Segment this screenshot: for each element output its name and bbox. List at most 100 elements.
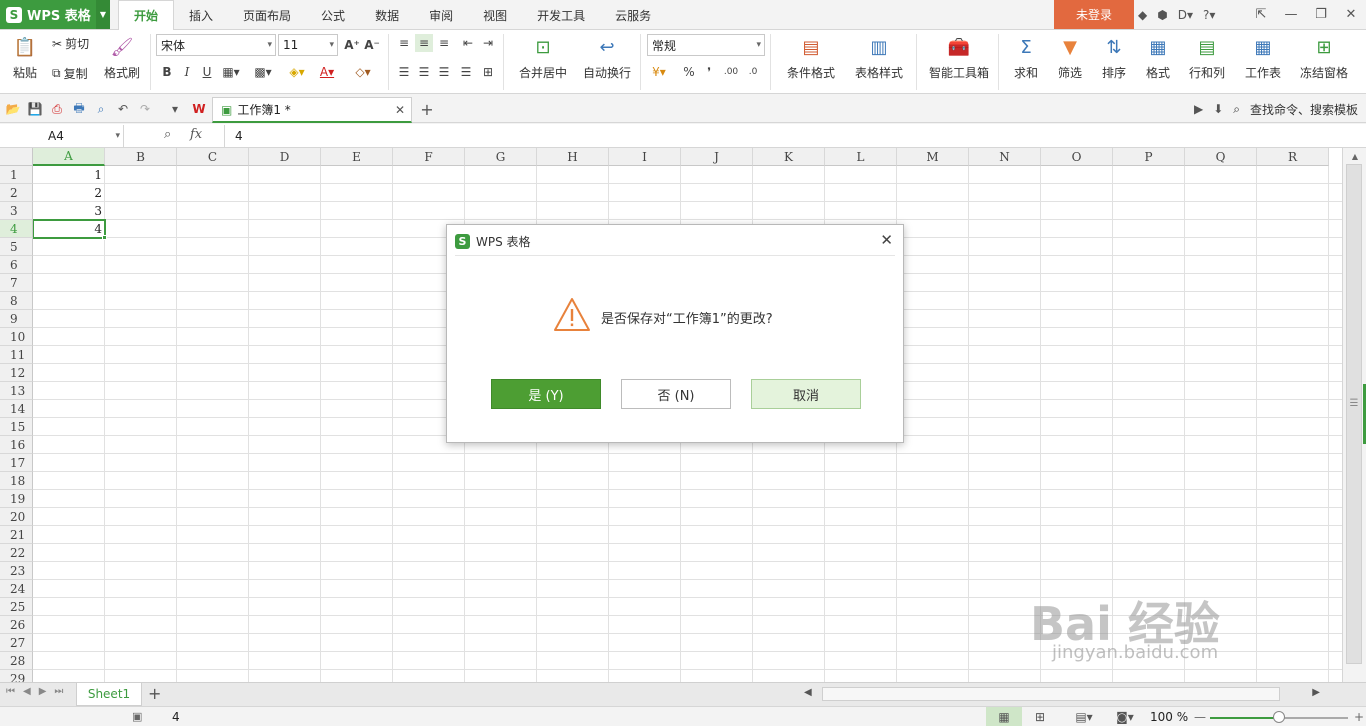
- column-header-q[interactable]: Q: [1185, 148, 1257, 166]
- chevron-down-icon[interactable]: ▼: [96, 0, 110, 29]
- column-header-p[interactable]: P: [1113, 148, 1185, 166]
- formula-input[interactable]: 4: [224, 125, 1366, 147]
- tab-8[interactable]: 云服务: [600, 0, 666, 30]
- column-header-a[interactable]: A: [33, 148, 105, 166]
- zoom-out-icon[interactable]: —: [1194, 710, 1206, 724]
- cell-a4[interactable]: 4: [32, 219, 106, 239]
- distributed-icon[interactable]: ⊞: [479, 63, 497, 81]
- restore-icon[interactable]: ❐: [1306, 0, 1336, 29]
- row-header-15[interactable]: 15: [0, 418, 33, 436]
- save-yes-button[interactable]: 是 (Y): [491, 379, 601, 409]
- ribbon-collapse-icon[interactable]: ⇱: [1246, 0, 1276, 29]
- zoom-formula-icon[interactable]: ⌕: [164, 127, 171, 142]
- last-sheet-icon[interactable]: ⏭: [54, 686, 63, 697]
- minimize-icon[interactable]: —: [1276, 0, 1306, 29]
- align-bottom-icon[interactable]: ≡: [435, 34, 453, 52]
- justify-icon[interactable]: ☰: [457, 63, 475, 81]
- column-header-m[interactable]: M: [897, 148, 969, 166]
- cut-button[interactable]: ✂ 剪切: [52, 35, 89, 52]
- row-header-27[interactable]: 27: [0, 634, 33, 652]
- row-header-19[interactable]: 19: [0, 490, 33, 508]
- align-center-icon[interactable]: ☰: [415, 63, 433, 81]
- tab-6[interactable]: 视图: [468, 0, 522, 30]
- scroll-thumb[interactable]: [1346, 164, 1362, 664]
- column-header-i[interactable]: I: [609, 148, 681, 166]
- row-header-13[interactable]: 13: [0, 382, 33, 400]
- row-header-25[interactable]: 25: [0, 598, 33, 616]
- export-pdf-icon[interactable]: ⎙: [48, 100, 66, 118]
- row-header-20[interactable]: 20: [0, 508, 33, 526]
- decimal-increase-icon[interactable]: .00: [722, 63, 740, 81]
- macro-icon[interactable]: ▣: [132, 710, 142, 723]
- print-preview-icon[interactable]: ⌕: [92, 100, 110, 118]
- first-sheet-icon[interactable]: ⏮: [6, 686, 15, 697]
- copy-button[interactable]: ⧉ 复制: [52, 65, 88, 82]
- row-header-12[interactable]: 12: [0, 364, 33, 382]
- bold-button[interactable]: B: [158, 63, 176, 81]
- currency-icon[interactable]: ¥▾: [650, 63, 668, 81]
- row-header-5[interactable]: 5: [0, 238, 33, 256]
- normal-view-icon[interactable]: ▦: [986, 707, 1022, 726]
- row-header-18[interactable]: 18: [0, 472, 33, 490]
- row-header-1[interactable]: 1: [0, 166, 33, 184]
- customize-qat-icon[interactable]: ▾: [166, 100, 184, 118]
- tab-1[interactable]: 插入: [174, 0, 228, 30]
- app-menu-button[interactable]: S WPS 表格 ▼: [0, 0, 110, 29]
- new-tab-icon[interactable]: +: [418, 100, 436, 119]
- align-middle-icon[interactable]: ≡: [415, 34, 433, 52]
- reading-mode-icon[interactable]: ◙▾: [1108, 707, 1142, 726]
- row-col-button[interactable]: ▤ 行和列: [1184, 36, 1230, 81]
- play-icon[interactable]: ▶: [1194, 102, 1203, 116]
- add-sheet-icon[interactable]: +: [148, 684, 161, 703]
- number-format-select[interactable]: 常规: [647, 34, 765, 56]
- table-style-button[interactable]: ▥ 表格样式: [848, 36, 910, 81]
- prev-sheet-icon[interactable]: ◀: [23, 686, 31, 697]
- worksheet-button[interactable]: ▦ 工作表: [1240, 36, 1286, 81]
- column-header-n[interactable]: N: [969, 148, 1041, 166]
- search-commands-box[interactable]: 查找命令、搜索模板: [1250, 101, 1358, 118]
- column-header-o[interactable]: O: [1041, 148, 1113, 166]
- row-header-7[interactable]: 7: [0, 274, 33, 292]
- row-header-17[interactable]: 17: [0, 454, 33, 472]
- border-icon[interactable]: ▦▾: [222, 63, 240, 81]
- select-all-corner[interactable]: [0, 148, 33, 166]
- fill-color-icon[interactable]: ◈▾: [288, 63, 306, 81]
- cancel-button[interactable]: 取消: [751, 379, 861, 409]
- sum-button[interactable]: Σ 求和: [1008, 36, 1044, 81]
- row-header-29[interactable]: 29: [0, 670, 33, 682]
- save-no-button[interactable]: 否 (N): [621, 379, 731, 409]
- zoom-knob[interactable]: [1273, 711, 1285, 723]
- row-header-14[interactable]: 14: [0, 400, 33, 418]
- align-top-icon[interactable]: ≡: [395, 34, 413, 52]
- fill-pattern-icon[interactable]: ▩▾: [254, 63, 272, 81]
- format-button[interactable]: ▦ 格式: [1140, 36, 1176, 81]
- wps-w-icon[interactable]: W: [190, 100, 208, 118]
- align-right-icon[interactable]: ☰: [435, 63, 453, 81]
- smart-toolbox-button[interactable]: 🧰 智能工具箱: [926, 36, 992, 81]
- align-left-icon[interactable]: ☰: [395, 63, 413, 81]
- row-header-6[interactable]: 6: [0, 256, 33, 274]
- row-header-9[interactable]: 9: [0, 310, 33, 328]
- row-header-4[interactable]: 4: [0, 220, 33, 238]
- cell-a1[interactable]: 1: [33, 166, 105, 184]
- page-break-view-icon[interactable]: ⊞: [1026, 707, 1054, 726]
- column-header-l[interactable]: L: [825, 148, 897, 166]
- tab-3[interactable]: 公式: [306, 0, 360, 30]
- decimal-decrease-icon[interactable]: .0: [744, 63, 762, 81]
- redo-icon[interactable]: ↷: [136, 100, 154, 118]
- document-tab[interactable]: ▣ 工作簿1 * ✕: [212, 97, 412, 123]
- cloud-icon[interactable]: D▾: [1178, 8, 1193, 22]
- row-header-28[interactable]: 28: [0, 652, 33, 670]
- column-header-h[interactable]: H: [537, 148, 609, 166]
- print-icon[interactable]: 🖶: [70, 100, 88, 118]
- column-header-g[interactable]: G: [465, 148, 537, 166]
- clear-format-icon[interactable]: ◇▾: [354, 63, 372, 81]
- underline-button[interactable]: U: [198, 63, 216, 81]
- scroll-left-icon[interactable]: ◀: [804, 687, 812, 698]
- column-header-k[interactable]: K: [753, 148, 825, 166]
- zoom-slider[interactable]: [1210, 711, 1348, 723]
- name-box[interactable]: A4: [0, 125, 124, 147]
- row-header-11[interactable]: 11: [0, 346, 33, 364]
- row-header-23[interactable]: 23: [0, 562, 33, 580]
- hscroll-thumb[interactable]: [822, 687, 1280, 701]
